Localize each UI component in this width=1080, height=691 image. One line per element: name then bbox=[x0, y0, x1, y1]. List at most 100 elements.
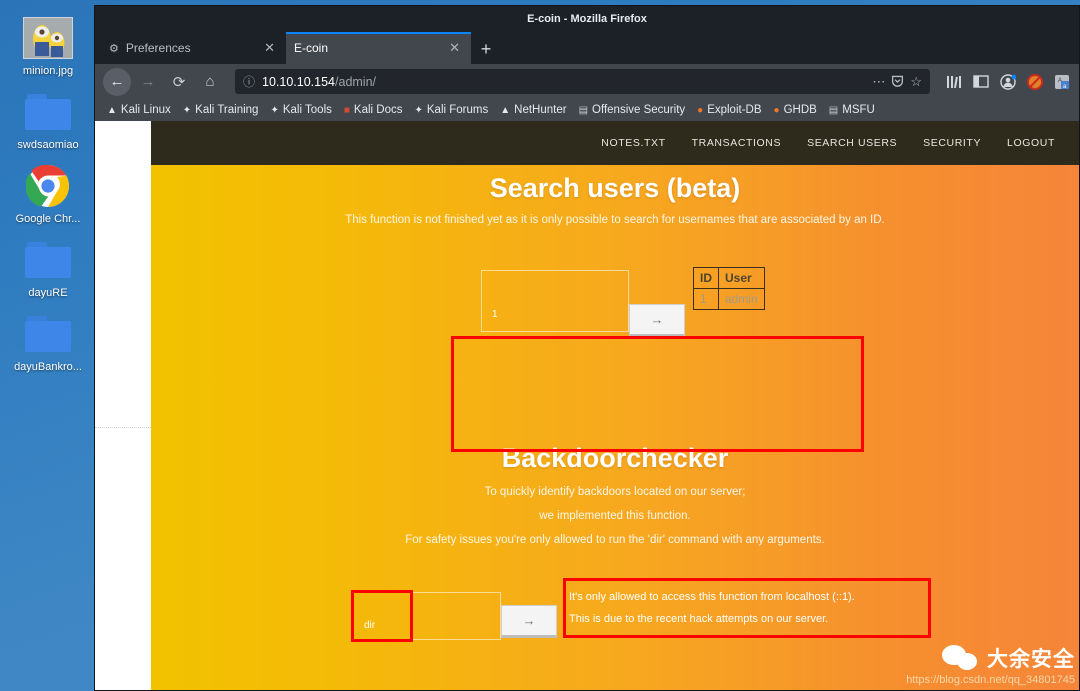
desktop-icon-dayure[interactable]: dayuRE bbox=[2, 236, 94, 300]
home-button[interactable]: ⌂ bbox=[196, 68, 224, 96]
gear-icon: ⚙ bbox=[109, 42, 119, 55]
bookmark-nethunter[interactable]: ▲ NetHunter bbox=[494, 104, 572, 116]
library-icon[interactable] bbox=[945, 73, 963, 91]
info-circle-icon: ⓘ bbox=[243, 75, 256, 89]
column-header-id: ID bbox=[693, 267, 719, 289]
search-users-form-area: → ID User 1 admin bbox=[151, 252, 1079, 452]
chrome-icon bbox=[21, 162, 75, 210]
folder-icon bbox=[21, 310, 75, 358]
bookmark-ghdb[interactable]: ● GHDB bbox=[768, 104, 823, 116]
desktop-icon-label: dayuBankro... bbox=[14, 361, 82, 373]
address-bar[interactable]: ⓘ 10.10.10.154 /admin/ ⋯ ☆ bbox=[235, 69, 930, 94]
folder-icon bbox=[21, 236, 75, 284]
close-icon[interactable]: ✕ bbox=[261, 40, 278, 56]
bookmark-label: MSFU bbox=[842, 104, 875, 116]
site-navigation: NOTES.TXT TRANSACTIONS SEARCH USERS SECU… bbox=[151, 121, 1079, 165]
column-header-user: User bbox=[718, 267, 765, 289]
desktop-icon-minion[interactable]: minion.jpg bbox=[2, 14, 94, 78]
divider bbox=[95, 427, 151, 428]
nav-link-security[interactable]: SECURITY bbox=[923, 137, 981, 149]
bookmark-label: GHDB bbox=[783, 104, 817, 116]
translate-icon[interactable]: Aa bbox=[1053, 73, 1071, 91]
search-submit-button[interactable]: → bbox=[629, 304, 685, 337]
forward-button[interactable]: → bbox=[134, 68, 162, 96]
url-path: /admin/ bbox=[335, 74, 377, 89]
desktop-icon-column: minion.jpg swdsaomiao Google Chr... dayu… bbox=[0, 0, 96, 691]
tab-label: E-coin bbox=[294, 41, 329, 55]
page-actions-icon[interactable]: ⋯ bbox=[872, 74, 885, 90]
bookmark-kali-forums[interactable]: ✦ Kali Forums bbox=[409, 104, 495, 116]
window-title: E-coin - Mozilla Firefox bbox=[527, 13, 647, 25]
reload-button[interactable]: ⟳ bbox=[165, 68, 193, 96]
nav-link-transactions[interactable]: TRANSACTIONS bbox=[692, 137, 781, 149]
bookmark-star-icon[interactable]: ☆ bbox=[910, 74, 922, 90]
nav-link-search-users[interactable]: SEARCH USERS bbox=[807, 137, 897, 149]
search-id-input[interactable] bbox=[481, 270, 629, 332]
sidebar-icon[interactable] bbox=[972, 73, 990, 91]
tab-preferences[interactable]: ⚙ Preferences ✕ bbox=[101, 32, 286, 64]
back-button[interactable]: ← bbox=[103, 67, 131, 96]
bookmark-kali-tools[interactable]: ✦ Kali Tools bbox=[264, 104, 337, 116]
pocket-icon[interactable] bbox=[891, 74, 904, 90]
exploit-db-icon: ● bbox=[773, 104, 780, 116]
toolbar-right-icons: Aa bbox=[941, 73, 1071, 91]
kali-book-icon: ■ bbox=[343, 104, 350, 116]
nav-link-notes[interactable]: NOTES.TXT bbox=[601, 137, 665, 149]
restriction-message: It's only allowed to access this functio… bbox=[569, 586, 925, 630]
image-thumbnail-icon bbox=[21, 14, 75, 62]
nav-link-logout[interactable]: LOGOUT bbox=[1007, 137, 1055, 149]
backdoorchecker-line-2: we implemented this function. bbox=[539, 510, 691, 522]
desktop-icon-dayubankro[interactable]: dayuBankro... bbox=[2, 310, 94, 374]
bookmark-label: Kali Linux bbox=[120, 104, 171, 116]
table-row: 1 admin bbox=[693, 288, 765, 310]
url-host: 10.10.10.154 bbox=[262, 74, 336, 89]
desktop-icon-swdsaomiao[interactable]: swdsaomiao bbox=[2, 88, 94, 152]
restriction-message-line-2: This is due to the recent hack attempts … bbox=[569, 613, 829, 625]
bookmark-label: Kali Docs bbox=[353, 104, 403, 116]
kali-dragon-icon: ▲ bbox=[107, 104, 117, 116]
folder-icon bbox=[21, 88, 75, 136]
bookmark-exploit-db[interactable]: ● Exploit-DB bbox=[691, 104, 767, 116]
noscript-icon[interactable] bbox=[1026, 73, 1044, 91]
restriction-message-line-1: It's only allowed to access this functio… bbox=[569, 591, 855, 603]
offsec-icon: ▤ bbox=[828, 104, 839, 116]
bookmark-label: Offensive Security bbox=[592, 104, 686, 116]
desktop-icon-google-chrome[interactable]: Google Chr... bbox=[2, 162, 94, 226]
new-tab-button[interactable]: + bbox=[471, 34, 501, 64]
search-results-table: ID User 1 admin bbox=[693, 267, 765, 310]
backdoorchecker-form-area: → It's only allowed to access this funct… bbox=[151, 572, 1079, 682]
firefox-window: E-coin - Mozilla Firefox ⚙ Preferences ✕… bbox=[94, 5, 1080, 691]
command-input[interactable] bbox=[353, 592, 501, 640]
bookmark-label: NetHunter bbox=[514, 104, 567, 116]
bookmark-label: Kali Tools bbox=[282, 104, 332, 116]
kali-dragon-icon: ▲ bbox=[500, 104, 511, 116]
backdoorchecker-line-3: For safety issues you're only allowed to… bbox=[405, 534, 825, 546]
desktop-icon-label: dayuRE bbox=[28, 287, 68, 299]
tab-strip: ⚙ Preferences ✕ E-coin ✕ + bbox=[95, 32, 1079, 64]
bookmark-kali-linux[interactable]: ▲ Kali Linux bbox=[101, 104, 177, 116]
cell-user: admin bbox=[718, 288, 765, 310]
bookmark-kali-docs[interactable]: ■ Kali Docs bbox=[338, 104, 409, 116]
offsec-icon: ▤ bbox=[578, 104, 589, 116]
page-viewport: NOTES.TXT TRANSACTIONS SEARCH USERS SECU… bbox=[95, 121, 1079, 690]
command-submit-button[interactable]: → bbox=[501, 605, 557, 638]
search-users-heading: Search users (beta) bbox=[489, 173, 741, 203]
search-users-subtitle: This function is not finished yet as it … bbox=[345, 214, 885, 226]
bookmark-label: Kali Forums bbox=[426, 104, 489, 116]
tab-label: Preferences bbox=[125, 41, 191, 55]
tab-ecoin[interactable]: E-coin ✕ bbox=[286, 32, 471, 64]
bookmark-offensive-security[interactable]: ▤ Offensive Security bbox=[573, 104, 692, 116]
bookmark-label: Kali Training bbox=[195, 104, 259, 116]
bookmark-msfu[interactable]: ▤ MSFU bbox=[823, 104, 881, 116]
annotation-box-search-form bbox=[451, 336, 864, 452]
window-titlebar: E-coin - Mozilla Firefox bbox=[95, 6, 1079, 32]
backdoorchecker-heading: Backdoorchecker bbox=[501, 443, 729, 473]
page-left-margin bbox=[95, 121, 151, 690]
close-icon[interactable]: ✕ bbox=[446, 40, 463, 56]
account-icon[interactable] bbox=[999, 73, 1017, 91]
desktop-icon-label: minion.jpg bbox=[22, 65, 74, 77]
desktop-icon-label: Google Chr... bbox=[15, 213, 81, 225]
kali-tool-icon: ✦ bbox=[270, 104, 279, 116]
kali-tool-icon: ✦ bbox=[414, 104, 423, 116]
bookmark-kali-training[interactable]: ✦ Kali Training bbox=[177, 104, 265, 116]
